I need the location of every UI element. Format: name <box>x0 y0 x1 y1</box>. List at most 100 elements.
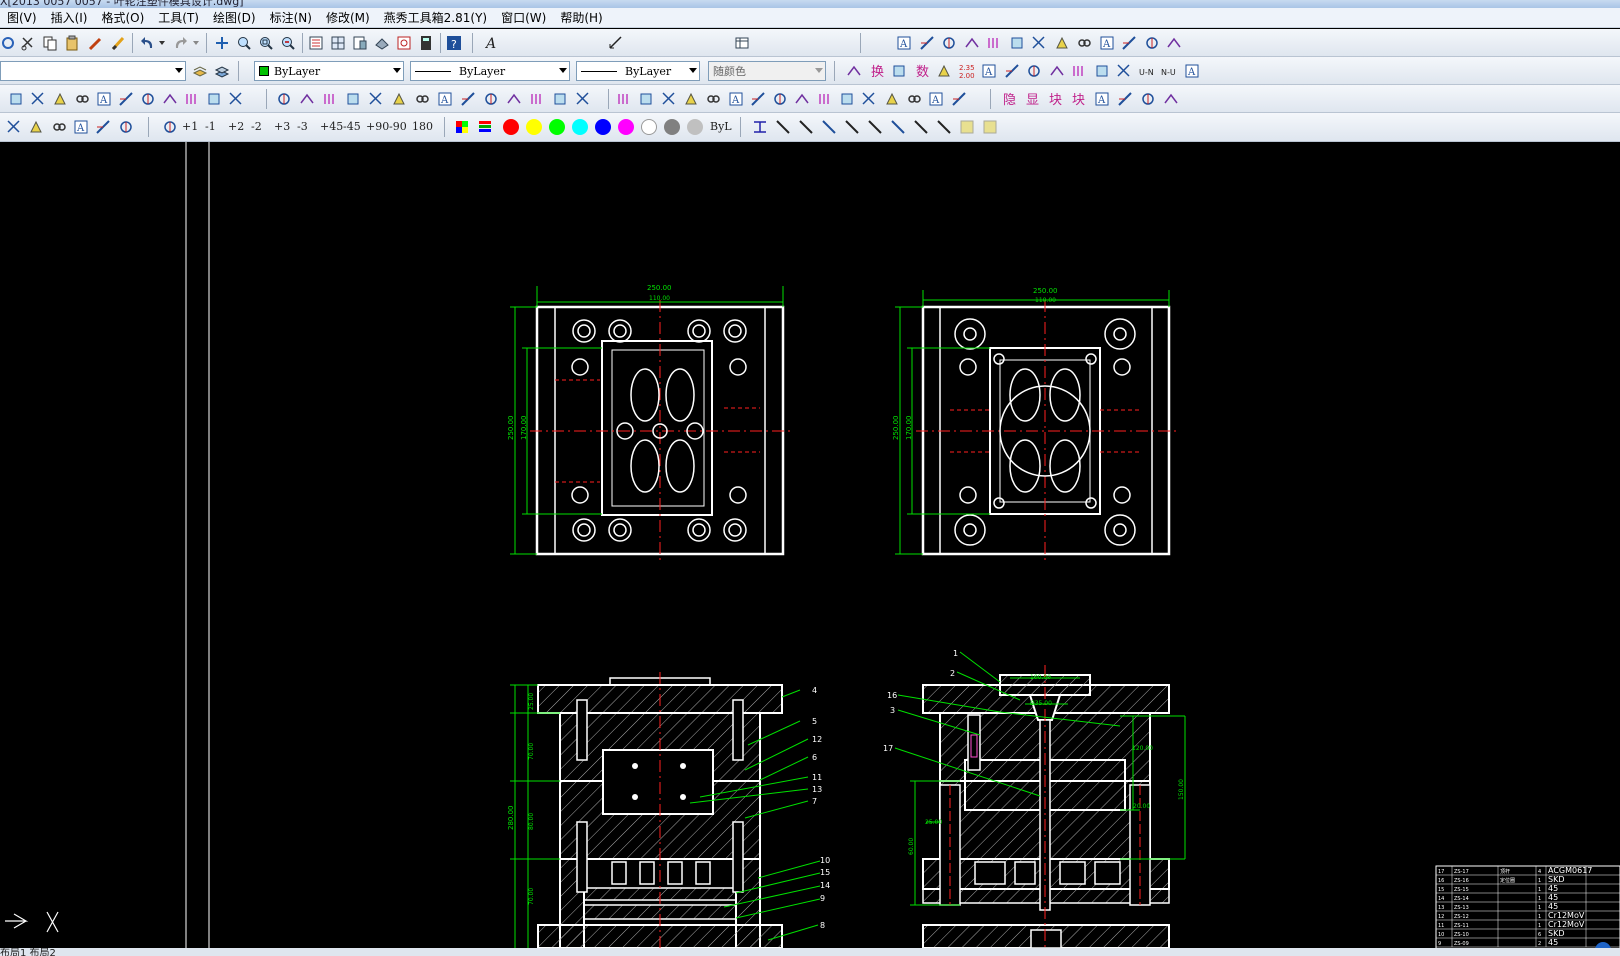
annotate-tool-16-icon[interactable] <box>951 91 967 107</box>
color-dot-2[interactable] <box>526 119 542 135</box>
chevron-down-icon[interactable] <box>158 39 166 55</box>
menu-yanxiu-toolbox[interactable]: 燕秀工具箱2.81(Y) <box>377 9 494 26</box>
annotate-tool-12-icon[interactable] <box>861 91 877 107</box>
linetype-tool-2-icon[interactable] <box>775 119 791 135</box>
mold-tool-12-icon[interactable] <box>529 91 545 107</box>
mold-part-3-icon[interactable] <box>52 91 68 107</box>
annotate-tool-15-icon[interactable]: A <box>928 91 944 107</box>
mold-tool-4-icon[interactable] <box>345 91 361 107</box>
yanxiu-tool-10-icon[interactable] <box>1049 63 1065 79</box>
pan-icon[interactable] <box>214 35 230 51</box>
sheet-set-icon[interactable] <box>374 35 390 51</box>
draw-tool-2-icon[interactable] <box>28 119 44 135</box>
layer-tool-6-icon[interactable] <box>1117 91 1133 107</box>
yanxiu-tool-7-icon[interactable]: A <box>981 63 997 79</box>
yanxiu-tool-15-icon[interactable]: N-U <box>1161 63 1177 79</box>
layer-tool-1-icon[interactable]: 隐 <box>1002 91 1018 107</box>
tool-palette-icon[interactable] <box>352 35 368 51</box>
rotate-minus-90-button[interactable]: -90 <box>389 120 407 133</box>
menu-modify[interactable]: 修改(M) <box>319 9 377 26</box>
yanxiu-tool-13-icon[interactable] <box>1116 63 1132 79</box>
bylayer-color-button[interactable]: ByL <box>710 120 732 133</box>
menu-draw[interactable]: 绘图(D) <box>206 9 263 26</box>
mold-tool-7-icon[interactable] <box>414 91 430 107</box>
menu-format[interactable]: 格式(O) <box>94 9 151 26</box>
chevron-down-icon[interactable] <box>192 39 200 55</box>
draw-tool-6-icon[interactable] <box>118 119 134 135</box>
mold-tool-2-icon[interactable] <box>299 91 315 107</box>
drawing-canvas[interactable]: 250.00 110.00 250.00 170.00 250.00 110.0… <box>0 142 1620 948</box>
annotate-tool-5-icon[interactable] <box>705 91 721 107</box>
menu-tools[interactable]: 工具(T) <box>151 9 206 26</box>
dim-edit-icon[interactable] <box>1121 35 1137 51</box>
mold-tool-8-icon[interactable]: A <box>437 91 453 107</box>
yanxiu-tool-3-icon[interactable] <box>891 63 907 79</box>
redraw-icon[interactable] <box>0 35 16 51</box>
color-dot-4[interactable] <box>572 119 588 135</box>
undo-icon[interactable] <box>140 35 156 51</box>
annotate-tool-8-icon[interactable] <box>772 91 788 107</box>
mold-part-1-icon[interactable] <box>8 91 24 107</box>
linetype-select[interactable]: ByLayer <box>410 61 570 81</box>
dim-baseline-icon[interactable] <box>1009 35 1025 51</box>
mold-part-4-icon[interactable] <box>74 91 90 107</box>
design-center-icon[interactable] <box>330 35 346 51</box>
linetype-tool-8-icon[interactable] <box>913 119 929 135</box>
mold-tool-6-icon[interactable] <box>391 91 407 107</box>
tolerance-icon[interactable] <box>1076 35 1092 51</box>
linetype-tool-6-icon[interactable] <box>867 119 883 135</box>
zoom-window-icon[interactable] <box>258 35 274 51</box>
yanxiu-tool-11-icon[interactable] <box>1071 63 1087 79</box>
menu-help[interactable]: 帮助(H) <box>553 9 609 26</box>
color-dot-5[interactable] <box>595 119 611 135</box>
leader-icon[interactable] <box>1054 35 1070 51</box>
rotate-plusminus-90-button[interactable]: +90 <box>366 120 389 133</box>
zoom-previous-icon[interactable] <box>280 35 296 51</box>
linetype-tool-10-icon[interactable] <box>959 119 975 135</box>
color-bands-icon[interactable] <box>477 119 493 135</box>
table-style-icon[interactable] <box>734 35 750 51</box>
text-align-icon[interactable]: A <box>896 35 912 51</box>
draw-tool-4-icon[interactable]: A <box>73 119 89 135</box>
mold-tool-3-icon[interactable] <box>322 91 338 107</box>
mold-part-10-icon[interactable] <box>206 91 222 107</box>
annotate-tool-1-icon[interactable] <box>616 91 632 107</box>
mold-tool-14-icon[interactable] <box>575 91 591 107</box>
layer-tool-5-icon[interactable]: A <box>1094 91 1110 107</box>
yanxiu-tool-9-icon[interactable] <box>1026 63 1042 79</box>
color-dot-1[interactable] <box>503 119 519 135</box>
calculator-icon[interactable] <box>418 35 434 51</box>
rotate-plusminus-1-button[interactable]: +1 <box>182 120 198 133</box>
layer-tool-4-icon[interactable]: 块 <box>1071 91 1087 107</box>
lineweight-select[interactable]: ByLayer <box>576 61 700 81</box>
mold-part-8-icon[interactable] <box>162 91 178 107</box>
linetype-tool-11-icon[interactable] <box>982 119 998 135</box>
brush-icon[interactable] <box>110 35 126 51</box>
mold-tool-13-icon[interactable] <box>552 91 568 107</box>
rotate-minus-1-button[interactable]: -1 <box>205 120 216 133</box>
dim-continue-icon[interactable] <box>1031 35 1047 51</box>
dim-update-icon[interactable] <box>1144 35 1160 51</box>
yanxiu-tool-1-icon[interactable] <box>846 63 862 79</box>
help-icon[interactable]: ? <box>446 35 462 51</box>
layer-tool-7-icon[interactable] <box>1140 91 1156 107</box>
mold-tool-11-icon[interactable] <box>506 91 522 107</box>
paste-icon[interactable] <box>64 35 80 51</box>
yanxiu-tool-12-icon[interactable] <box>1094 63 1110 79</box>
annotate-tool-10-icon[interactable] <box>817 91 833 107</box>
mold-part-11-icon[interactable] <box>228 91 244 107</box>
menu-view[interactable]: 图(V) <box>0 9 44 26</box>
plot-style-select[interactable]: 随颜色 <box>708 61 826 81</box>
yanxiu-tool-2-icon[interactable]: 换 <box>869 63 885 79</box>
color-dot-6[interactable] <box>618 119 634 135</box>
rotate-minus-2-button[interactable]: -2 <box>251 120 262 133</box>
matchprop-icon[interactable] <box>88 35 104 51</box>
color-select[interactable]: ByLayer <box>254 61 404 81</box>
rotate-plusminus-3-button[interactable]: +3 <box>274 120 290 133</box>
color-dot-9[interactable] <box>687 119 703 135</box>
yanxiu-tool-8-icon[interactable] <box>1004 63 1020 79</box>
markup-icon[interactable] <box>396 35 412 51</box>
yanxiu-tool-16-icon[interactable]: A <box>1184 63 1200 79</box>
color-dot-3[interactable] <box>549 119 565 135</box>
mold-part-2-icon[interactable] <box>30 91 46 107</box>
